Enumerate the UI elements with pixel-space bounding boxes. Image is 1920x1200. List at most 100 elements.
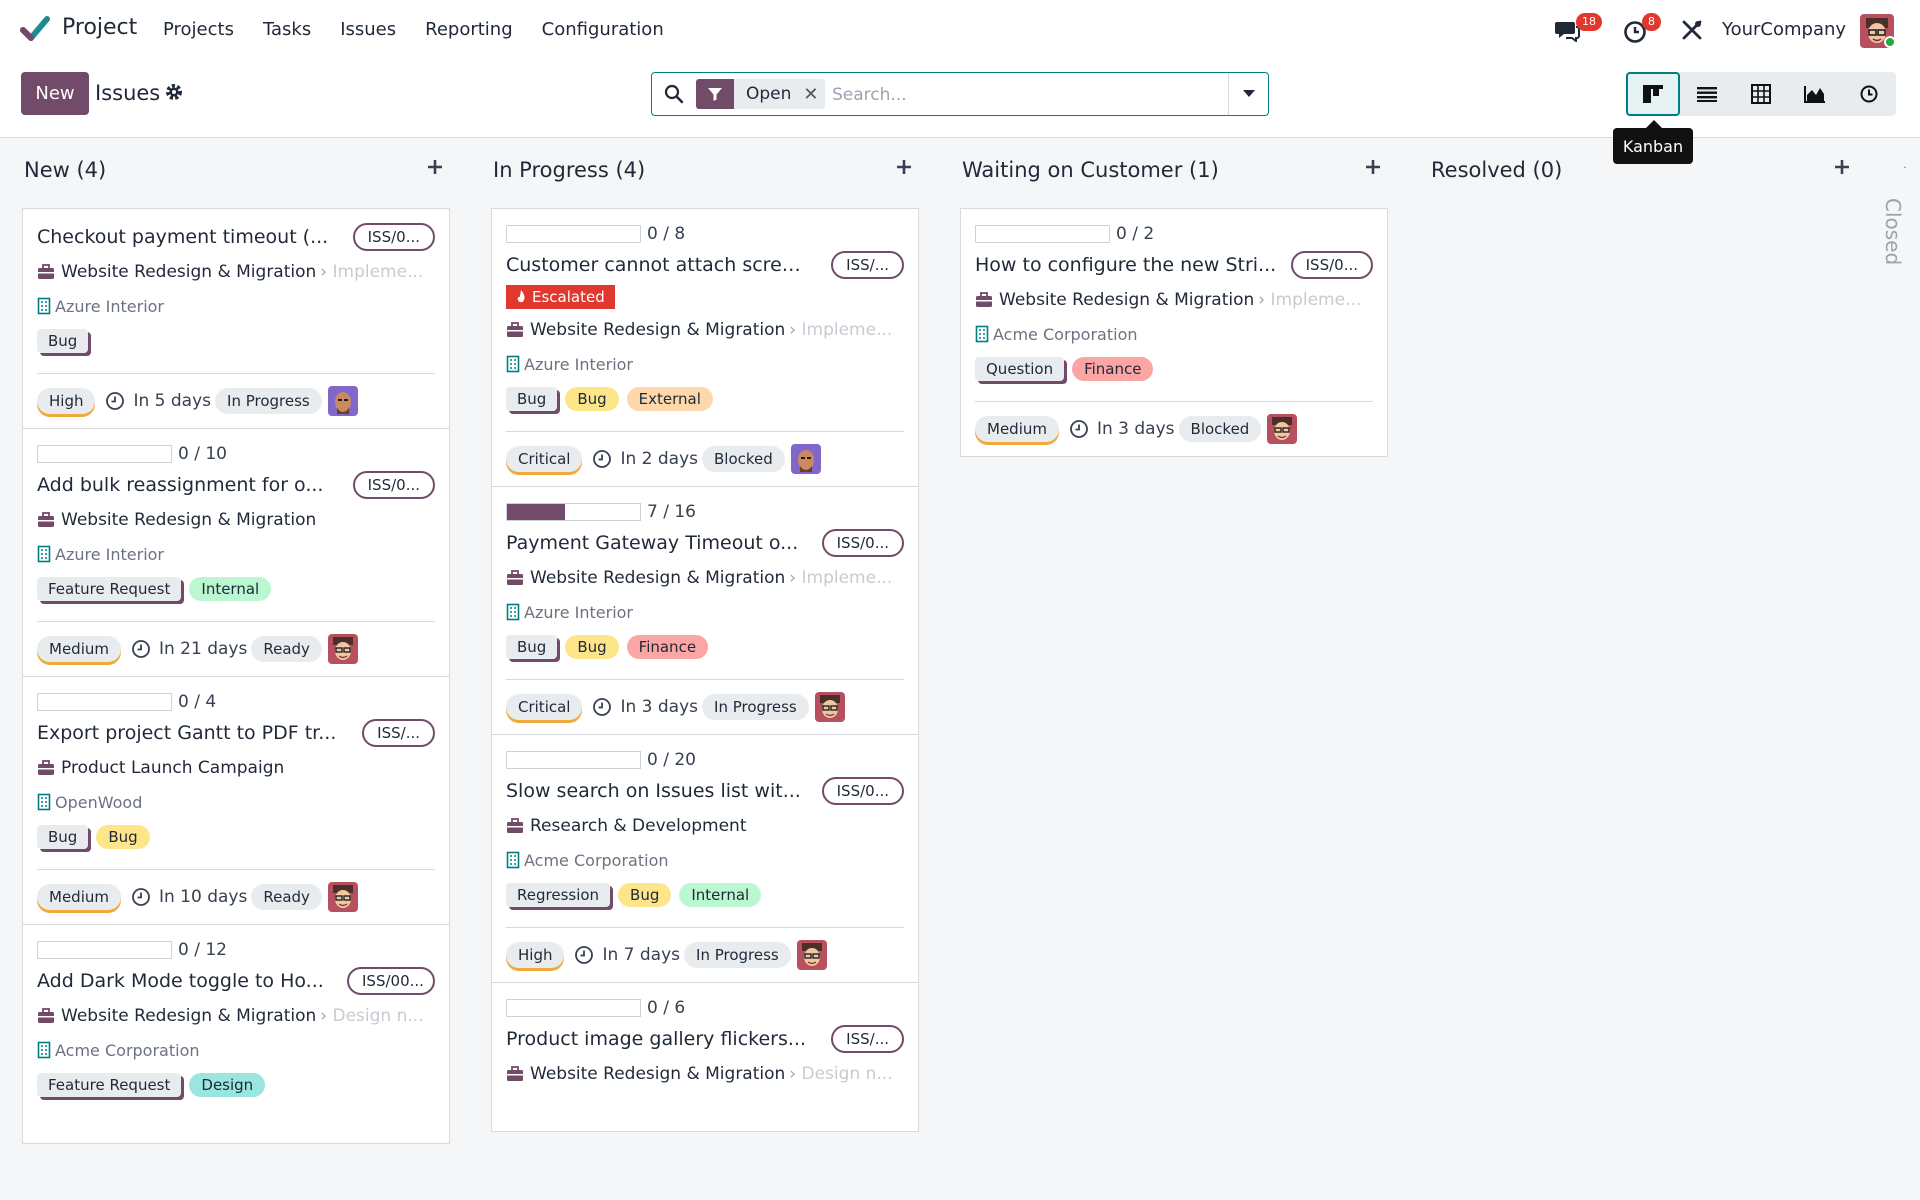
deadline-text: In 3 days	[620, 697, 699, 717]
column-quick-add-button[interactable]	[895, 158, 919, 182]
escalated-badge: Escalated	[506, 285, 615, 309]
remove-facet-icon[interactable]: ✕	[803, 84, 825, 105]
state-badge[interactable]: In Progress	[215, 388, 322, 414]
column-title[interactable]: Resolved (0)	[1431, 158, 1562, 182]
chevron-right-icon: ›	[320, 1006, 333, 1026]
customer-name: Acme Corporation	[524, 850, 669, 870]
column-title[interactable]: New (4)	[24, 158, 106, 182]
customer-row: Azure Interior	[37, 289, 435, 323]
state-badge[interactable]: Ready	[251, 636, 322, 662]
search-options-toggle[interactable]	[1228, 73, 1268, 115]
state-badge[interactable]: Blocked	[1178, 416, 1262, 442]
view-switcher	[1626, 72, 1896, 116]
milestone-name: › Impleme...	[789, 320, 892, 340]
tag-list: Bug Bug	[37, 819, 435, 855]
priority-badge[interactable]: Critical	[506, 446, 583, 472]
customer-name: Acme Corporation	[993, 324, 1138, 344]
customer-building-icon	[37, 545, 51, 563]
assignee-avatar[interactable]	[327, 634, 358, 664]
list-view-button[interactable]	[1680, 72, 1734, 116]
card-footer: Medium In 10 days Ready	[37, 870, 435, 924]
assignee-avatar[interactable]	[327, 882, 358, 912]
graph-view-button[interactable]	[1788, 72, 1842, 116]
tag: Bug	[506, 635, 558, 659]
project-row: Website Redesign & Migration › Design n..…	[37, 999, 435, 1033]
column-title[interactable]: Waiting on Customer (1)	[962, 158, 1219, 182]
tag-list: Question Finance	[975, 351, 1373, 387]
assignee-avatar[interactable]	[327, 386, 358, 416]
tag: Feature Request	[37, 1073, 182, 1097]
milestone-name: › Impleme...	[789, 568, 892, 588]
card-footer: High In 7 days In Progress	[506, 928, 904, 982]
new-button[interactable]: New	[21, 72, 89, 115]
priority-badge[interactable]: High	[37, 388, 96, 414]
project-name: Website Redesign & Migration	[530, 320, 786, 340]
customer-building-icon	[37, 1041, 51, 1059]
facet-label: Open	[746, 84, 792, 104]
issue-card[interactable]: 0 / 8 Customer cannot attach scree... ISS/…	[491, 208, 919, 487]
priority-badge[interactable]: Medium	[37, 636, 121, 662]
column-quick-add-button[interactable]	[1833, 158, 1857, 182]
assignee-avatar[interactable]	[814, 692, 845, 722]
priority-badge[interactable]: Critical	[506, 694, 583, 720]
menu-reporting[interactable]: Reporting	[425, 19, 513, 40]
project-briefcase-icon	[38, 512, 54, 527]
project-briefcase-icon	[507, 322, 523, 337]
priority-badge[interactable]: Medium	[975, 416, 1059, 442]
folded-column-toggle[interactable]	[1890, 166, 1920, 186]
tools-icon	[1682, 20, 1702, 40]
customer-building-icon	[506, 355, 520, 373]
issue-card[interactable]: 0 / 10 Add bulk reassignment for o... ISS/…	[22, 428, 450, 677]
customer-row: Acme Corporation	[37, 1033, 435, 1067]
issue-card[interactable]: 0 / 2 How to configure the new Stri... ISS…	[960, 208, 1388, 457]
column-quick-add-button[interactable]	[1364, 158, 1388, 182]
gear-icon[interactable]	[165, 83, 183, 101]
milestone-name: › Design n...	[789, 1064, 892, 1084]
state-badge[interactable]: Ready	[251, 884, 322, 910]
pivot-view-button[interactable]	[1734, 72, 1788, 116]
project-name: Product Launch Campaign	[61, 758, 285, 778]
subtask-progress: 0 / 12	[37, 937, 435, 963]
issue-card[interactable]: Checkout payment timeout (... ISS/0... Web…	[22, 208, 450, 429]
issue-reference-badge: ISS/00...	[347, 967, 435, 995]
project-app-logo-icon[interactable]	[20, 14, 50, 44]
issue-card[interactable]: 0 / 12 Add Dark Mode toggle to Ho... ISS/0…	[22, 924, 450, 1144]
activity-view-button[interactable]	[1842, 72, 1896, 116]
folded-column-label[interactable]: Closed	[1881, 198, 1905, 265]
debug-tools-button[interactable]	[1680, 18, 1708, 44]
menu-configuration[interactable]: Configuration	[542, 19, 664, 40]
assignee-avatar[interactable]	[796, 940, 827, 970]
flame-icon	[517, 290, 525, 303]
search-input[interactable]	[832, 82, 1212, 108]
state-badge[interactable]: In Progress	[684, 942, 791, 968]
project-briefcase-icon	[507, 818, 523, 833]
project-name: Website Redesign & Migration	[999, 290, 1255, 310]
tag: External	[626, 387, 713, 411]
search-icon[interactable]	[664, 84, 684, 104]
state-badge[interactable]: In Progress	[702, 694, 809, 720]
assignee-avatar[interactable]	[790, 444, 821, 474]
column-title[interactable]: In Progress (4)	[493, 158, 645, 182]
menu-projects[interactable]: Projects	[163, 19, 234, 40]
app-name[interactable]: Project	[62, 15, 137, 40]
issue-card[interactable]: 7 / 16 Payment Gateway Timeout o... ISS/0.…	[491, 486, 919, 735]
issue-card[interactable]: 0 / 6 Product image gallery flickers... IS…	[491, 982, 919, 1132]
menu-tasks[interactable]: Tasks	[263, 19, 311, 40]
company-switcher[interactable]: YourCompany	[1722, 19, 1846, 40]
priority-badge[interactable]: High	[506, 942, 565, 968]
state-badge[interactable]: Blocked	[702, 446, 785, 472]
customer-building-icon	[975, 325, 989, 343]
progress-bar	[506, 999, 641, 1017]
issue-card[interactable]: 0 / 4 Export project Gantt to PDF tr... IS…	[22, 676, 450, 925]
progress-text: 0 / 20	[647, 750, 696, 770]
kanban-view-button[interactable]	[1626, 72, 1680, 116]
issue-card[interactable]: 0 / 20 Slow search on Issues list wit... I…	[491, 734, 919, 983]
menu-issues[interactable]: Issues	[340, 19, 396, 40]
column-quick-add-button[interactable]	[426, 158, 450, 182]
assignee-avatar[interactable]	[1267, 414, 1298, 444]
subtask-progress: 0 / 8	[506, 221, 904, 247]
priority-badge[interactable]: Medium	[37, 884, 121, 910]
column-cards: 0 / 8 Customer cannot attach scree... ISS/…	[491, 208, 919, 1132]
column-cards: Checkout payment timeout (... ISS/0... Web…	[22, 208, 450, 1144]
page-title: Issues	[95, 81, 161, 105]
